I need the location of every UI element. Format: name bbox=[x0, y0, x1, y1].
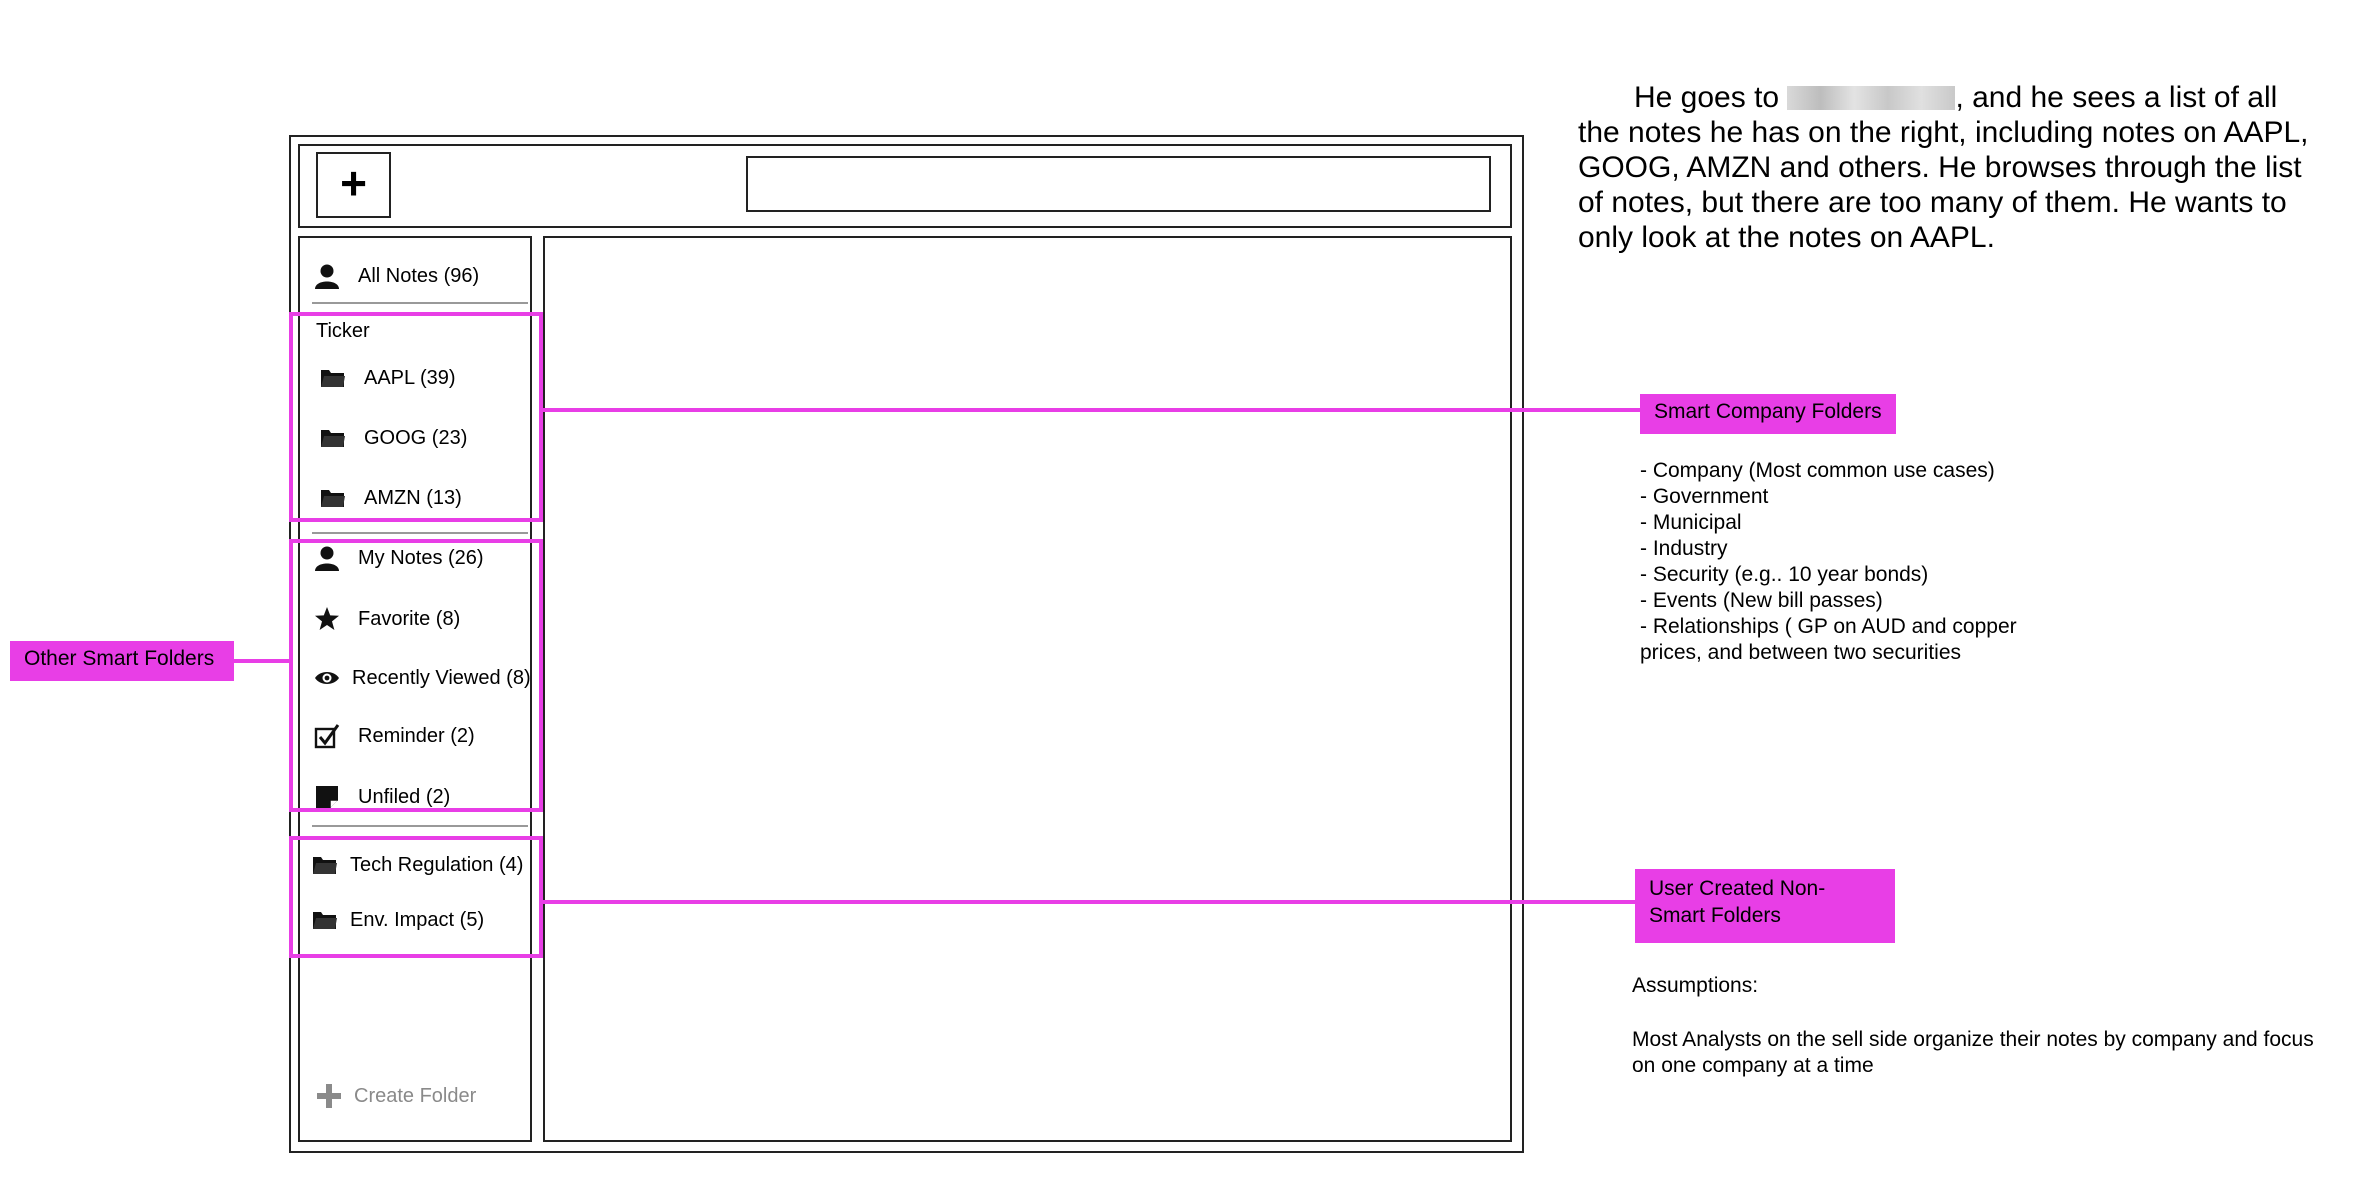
create-folder-button[interactable]: Create Folder bbox=[314, 1083, 476, 1109]
smart-company-folders-label: Smart Company Folders bbox=[1640, 394, 1896, 434]
smart-company-folders-highlight bbox=[289, 312, 543, 522]
redacted-name bbox=[1787, 86, 1956, 110]
user-created-folders-label: User Created Non-Smart Folders bbox=[1635, 869, 1895, 943]
divider bbox=[312, 825, 528, 827]
create-folder-label: Create Folder bbox=[354, 1084, 477, 1107]
user-folders-highlight bbox=[289, 836, 543, 958]
assumptions-body: Most Analysts on the sell side organize … bbox=[1632, 1028, 2314, 1077]
other-smart-folders-label: Other Smart Folders bbox=[10, 641, 234, 681]
connector-line bbox=[543, 900, 1635, 904]
other-smart-folders-highlight bbox=[289, 539, 543, 812]
connector-line bbox=[543, 408, 1640, 412]
sidebar-item-all-notes[interactable]: All Notes (96) bbox=[312, 263, 479, 289]
person-icon bbox=[312, 263, 342, 289]
plus-icon bbox=[314, 1083, 344, 1109]
company-folder-types: - Company (Most common use cases) - Gove… bbox=[1640, 459, 2017, 664]
divider bbox=[312, 532, 528, 534]
story-text: He goes to , and he sees a list of all t… bbox=[1578, 80, 2318, 255]
assumptions-title: Assumptions: bbox=[1632, 974, 1759, 997]
notes-list-pane[interactable] bbox=[543, 236, 1512, 1142]
story-text-part: He goes to bbox=[1634, 81, 1788, 114]
search-input[interactable] bbox=[746, 156, 1491, 212]
divider bbox=[312, 302, 528, 304]
sidebar-item-label: All Notes (96) bbox=[358, 264, 480, 287]
connector-line bbox=[233, 659, 289, 663]
